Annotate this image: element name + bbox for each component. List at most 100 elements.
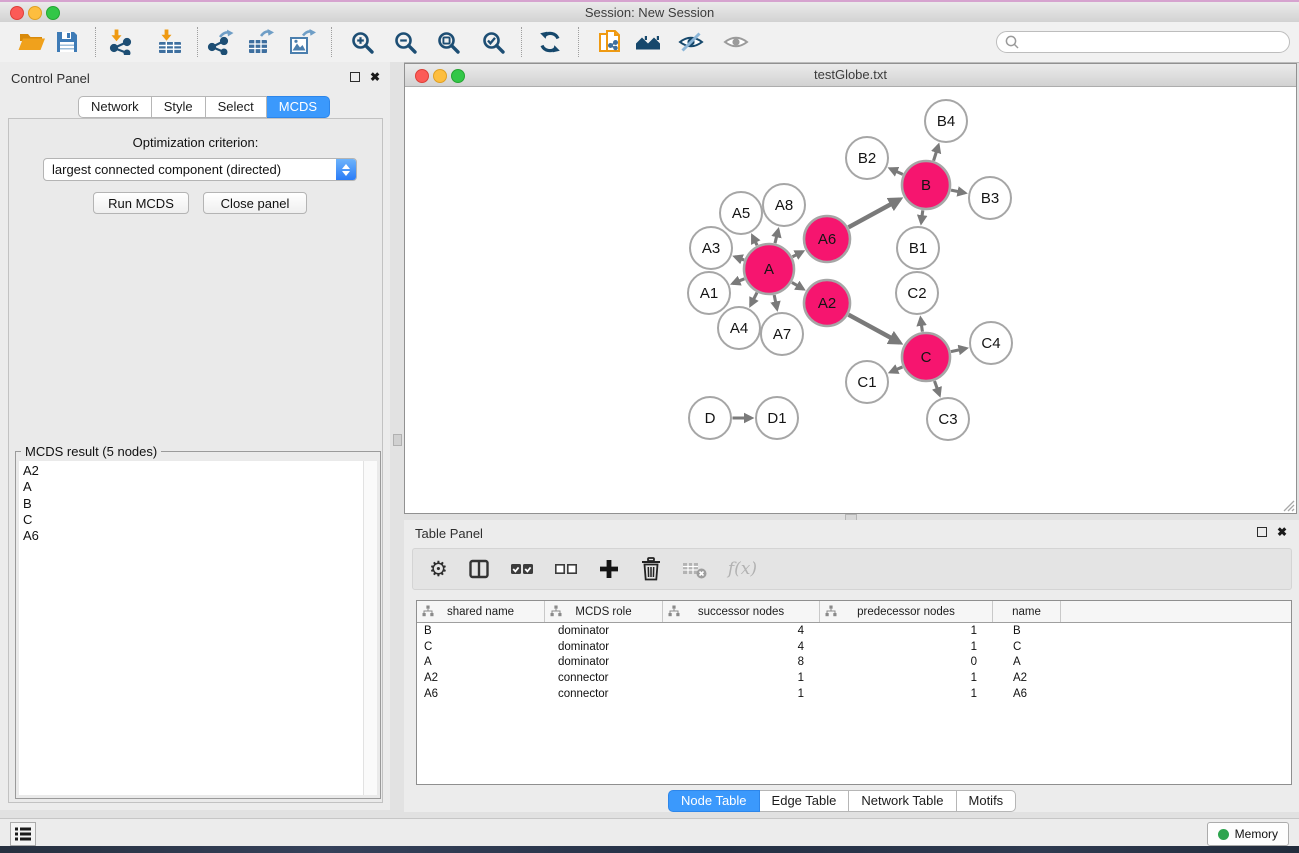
memory-button[interactable]: Memory: [1207, 822, 1289, 846]
result-item[interactable]: A: [19, 479, 364, 495]
vertical-splitter[interactable]: [390, 62, 404, 810]
tab-network[interactable]: Network: [78, 96, 152, 118]
zoom-out-button[interactable]: [388, 26, 422, 58]
tab-style[interactable]: Style: [152, 96, 206, 118]
graph-edge-B-B3[interactable]: [951, 190, 965, 193]
delete-columns-button[interactable]: [640, 557, 662, 581]
import-table-button[interactable]: [153, 26, 187, 58]
apply-layout-button[interactable]: [533, 26, 567, 58]
zoom-fit-button[interactable]: [431, 26, 465, 58]
close-panel-button[interactable]: ✖: [368, 70, 382, 84]
split-column-button[interactable]: [468, 558, 490, 580]
column-header-shared-name[interactable]: shared name: [417, 601, 545, 622]
graph-edge-B-B1[interactable]: [921, 210, 923, 222]
select-all-columns-button[interactable]: [510, 561, 534, 577]
delete-table-button[interactable]: [682, 558, 708, 580]
duplicate-network-button[interactable]: [593, 26, 627, 58]
result-list-scrollbar[interactable]: [363, 461, 377, 795]
tab-mcds[interactable]: MCDS: [267, 96, 330, 118]
table-cell[interactable]: A: [417, 656, 545, 668]
table-cell[interactable]: connector: [545, 672, 663, 684]
graph-edge-A2-C[interactable]: [849, 315, 900, 343]
export-network-button[interactable]: [203, 26, 237, 58]
graph-edge-A-A7[interactable]: [774, 295, 777, 309]
table-cell[interactable]: 4: [663, 625, 820, 637]
graph-edge-C-C1[interactable]: [891, 367, 903, 372]
show-all-button[interactable]: [719, 26, 753, 58]
graph-edge-C-C4[interactable]: [951, 348, 966, 351]
first-neighbors-button[interactable]: [631, 26, 665, 58]
graph-edge-A-A2[interactable]: [792, 282, 803, 289]
export-table-button[interactable]: [243, 26, 277, 58]
table-cell[interactable]: 4: [663, 641, 820, 653]
table-cell[interactable]: B: [417, 625, 545, 637]
table-cell[interactable]: 8: [663, 656, 820, 668]
node-table[interactable]: shared nameMCDS rolesuccessor nodesprede…: [416, 600, 1292, 785]
open-session-button[interactable]: [15, 26, 49, 58]
table-cell[interactable]: A: [993, 656, 1061, 668]
close-table-panel-button[interactable]: ✖: [1275, 525, 1289, 539]
graph-edge-B-B4[interactable]: [934, 145, 939, 160]
table-cell[interactable]: A6: [993, 688, 1061, 700]
float-panel-button[interactable]: [348, 70, 362, 84]
search-input[interactable]: [1024, 34, 1289, 50]
table-cell[interactable]: B: [993, 625, 1061, 637]
result-item[interactable]: A2: [19, 463, 364, 479]
table-row[interactable]: Cdominator41C: [417, 639, 1291, 655]
add-column-button[interactable]: [598, 558, 620, 580]
graph-edge-A6-B[interactable]: [849, 199, 900, 227]
result-item[interactable]: A6: [19, 528, 364, 544]
graph-edge-A-A4[interactable]: [751, 293, 757, 306]
tab-network-table[interactable]: Network Table: [849, 790, 956, 812]
tab-edge-table[interactable]: Edge Table: [760, 790, 850, 812]
unselect-all-columns-button[interactable]: [554, 561, 578, 577]
zoom-selected-button[interactable]: [476, 26, 510, 58]
graph-edge-C-C3[interactable]: [935, 381, 940, 395]
table-cell[interactable]: C: [993, 641, 1061, 653]
close-panel-action-button[interactable]: Close panel: [203, 192, 307, 214]
table-row[interactable]: Adominator80A: [417, 654, 1291, 670]
table-cell[interactable]: dominator: [545, 625, 663, 637]
graph-edge-A-A3[interactable]: [735, 257, 744, 260]
table-cell[interactable]: dominator: [545, 656, 663, 668]
run-mcds-button[interactable]: Run MCDS: [93, 192, 189, 214]
network-graph[interactable]: AA6A2BCA5A8A3A1A4A7B2B4B3B1C2C4C1C3DD1: [405, 87, 1296, 513]
column-header-MCDS-role[interactable]: MCDS role: [545, 601, 663, 622]
result-item[interactable]: C: [19, 512, 364, 528]
table-cell[interactable]: connector: [545, 688, 663, 700]
table-cell[interactable]: A2: [993, 672, 1061, 684]
table-cell[interactable]: 0: [820, 656, 993, 668]
tab-select[interactable]: Select: [206, 96, 267, 118]
save-session-button[interactable]: [50, 26, 84, 58]
column-header-predecessor-nodes[interactable]: predecessor nodes: [820, 601, 993, 622]
splitter-grip[interactable]: [393, 434, 402, 446]
criterion-select[interactable]: largest connected component (directed): [43, 158, 357, 181]
table-row[interactable]: A6connector11A6: [417, 686, 1291, 702]
table-cell[interactable]: dominator: [545, 641, 663, 653]
network-canvas[interactable]: AA6A2BCA5A8A3A1A4A7B2B4B3B1C2C4C1C3DD1: [405, 87, 1296, 513]
column-header-name[interactable]: name: [993, 601, 1061, 622]
table-settings-button[interactable]: ⚙: [429, 559, 448, 580]
graph-edge-A-A1[interactable]: [733, 279, 745, 284]
hide-selected-button[interactable]: [674, 26, 708, 58]
graph-edge-A-A5[interactable]: [752, 236, 757, 246]
table-row[interactable]: A2connector11A2: [417, 670, 1291, 686]
tab-motifs[interactable]: Motifs: [957, 790, 1017, 812]
search-field[interactable]: [996, 31, 1290, 53]
graph-edge-A-A8[interactable]: [775, 230, 778, 243]
resize-grip-icon[interactable]: [1281, 498, 1295, 512]
table-row[interactable]: Bdominator41B: [417, 623, 1291, 639]
task-history-button[interactable]: [10, 822, 36, 846]
graph-edge-A-A6[interactable]: [793, 252, 803, 257]
zoom-in-button[interactable]: [345, 26, 379, 58]
graph-edge-C-C2[interactable]: [921, 318, 923, 331]
table-cell[interactable]: 1: [663, 672, 820, 684]
table-cell[interactable]: A2: [417, 672, 545, 684]
column-header-successor-nodes[interactable]: successor nodes: [663, 601, 820, 622]
table-cell[interactable]: C: [417, 641, 545, 653]
graph-edge-B-B2[interactable]: [890, 169, 903, 175]
table-cell[interactable]: 1: [820, 672, 993, 684]
float-table-panel-button[interactable]: [1255, 525, 1269, 539]
table-cell[interactable]: 1: [820, 641, 993, 653]
table-cell[interactable]: 1: [820, 625, 993, 637]
